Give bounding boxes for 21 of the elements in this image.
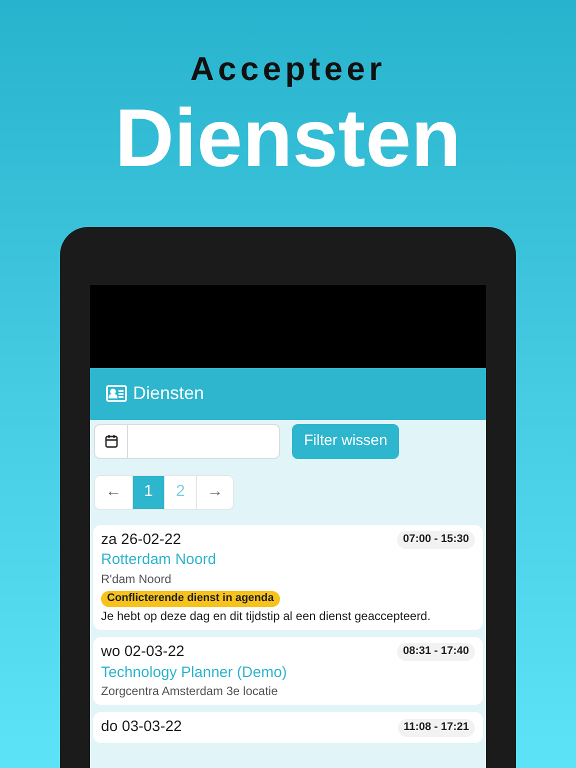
shift-time: 07:00 - 15:30 — [396, 531, 475, 549]
shift-location: Zorgcentra Amsterdam 3e locatie — [101, 684, 279, 700]
shift-time: 08:31 - 17:40 — [396, 643, 475, 661]
calendar-icon — [104, 434, 118, 448]
shift-date: do 03-03-22 — [101, 718, 182, 737]
shift-card[interactable]: za 26-02-22 07:00 - 15:30 Rotterdam Noord R'dam Noord Conflicterende dienst in agenda Je hebt op deze dag en dit tijdstip al een dienst geaccepteerd. — [93, 524, 483, 630]
shift-title: Rotterdam Noord — [101, 551, 218, 570]
date-field[interactable] — [94, 424, 280, 458]
id-card-icon — [106, 385, 127, 402]
conflict-note: Je hebt op deze dag en dit tijdstip al een dienst geaccepteerd. — [101, 608, 432, 624]
conflict-badge: Conflicterende dienst in agenda — [101, 591, 280, 607]
shift-time: 11:08 - 17:21 — [398, 718, 475, 736]
shift-title: Technology Planner (Demo) — [101, 664, 288, 682]
shift-date: wo 02-03-22 — [101, 642, 184, 662]
shift-location: R'dam Noord — [101, 572, 172, 587]
app-bar-title: Diensten — [133, 382, 204, 405]
headline-kicker: Accepteer — [190, 49, 386, 89]
headline-title: Diensten — [114, 94, 462, 184]
shift-card[interactable]: wo 02-03-22 08:31 - 17:40 Technology Planner (Demo) Zorgcentra Amsterdam 3e locatie — [93, 636, 483, 706]
shift-date: za 26-02-22 — [101, 530, 182, 550]
shift-card[interactable]: do 03-03-22 11:08 - 17:21 — [93, 712, 483, 743]
